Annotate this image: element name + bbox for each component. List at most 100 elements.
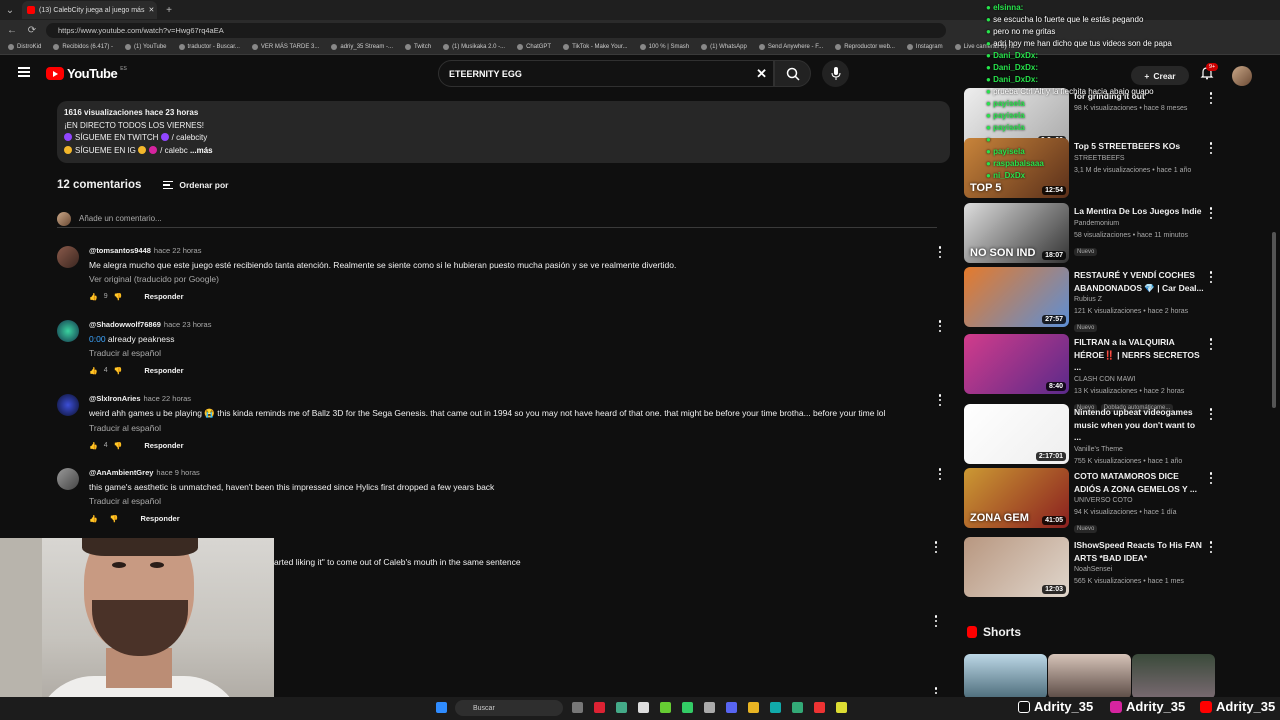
comment-more-icon[interactable]	[934, 615, 938, 627]
related-video-item[interactable]: ZONA GEM 41:05 COTO MATAMOROS DICE ADIÓS A…	[964, 468, 1219, 533]
bookmark-item[interactable]: TikTok - Make Your...	[563, 44, 628, 50]
short-thumbnail[interactable]	[1132, 654, 1215, 699]
bookmark-item[interactable]: Twitch	[405, 44, 431, 50]
browser-tab[interactable]: (13) CalebCity juega al juego más ✕	[22, 1, 157, 19]
bookmark-item[interactable]: VER MÁS TARDE 3...	[251, 44, 319, 50]
app-icon[interactable]	[836, 702, 847, 713]
dislike-icon[interactable]: 👎	[114, 442, 123, 450]
scrollbar[interactable]	[1272, 232, 1276, 408]
video-title[interactable]: COTO MATAMOROS DICE ADIÓS A ZONA GEMELOS…	[1074, 470, 1204, 495]
video-more-icon[interactable]	[1209, 207, 1213, 219]
short-thumbnail[interactable]	[964, 654, 1047, 699]
taskbar-search[interactable]: Buscar	[455, 700, 563, 716]
folder-icon[interactable]	[748, 702, 759, 713]
related-video-item[interactable]: 27:57 RESTAURÉ Y VENDÍ COCHES ABANDONADOS…	[964, 267, 1219, 332]
like-icon[interactable]: 👍	[89, 515, 98, 523]
voice-search-button[interactable]	[822, 60, 849, 87]
add-comment-field[interactable]: Añade un comentario...	[57, 210, 937, 228]
translate-link[interactable]: Traducir al español	[89, 423, 929, 433]
channel-name[interactable]: CLASH CON MAWI	[1074, 374, 1204, 386]
app-icon[interactable]	[814, 702, 825, 713]
bookmark-item[interactable]: (1) Musikaka 2.0 -...	[443, 44, 505, 50]
like-icon[interactable]: 👍	[89, 442, 98, 450]
like-icon[interactable]: 👍	[89, 367, 98, 375]
back-icon[interactable]: ←	[6, 25, 18, 36]
comment-author[interactable]: @AnAmbientGrey hace 9 horas	[89, 468, 929, 477]
search-button[interactable]	[774, 60, 811, 87]
start-icon[interactable]	[436, 702, 447, 713]
video-title[interactable]: Nintendo upbeat videogames music when yo…	[1074, 406, 1204, 444]
sort-button[interactable]: Ordenar por	[163, 180, 229, 190]
bookmark-item[interactable]: Send Anywhere - F...	[758, 44, 823, 50]
dislike-icon[interactable]: 👎	[110, 515, 119, 523]
bookmark-item[interactable]: 100 % | Smash	[639, 44, 689, 50]
tab-list-icon[interactable]: ⌄	[4, 5, 16, 16]
dislike-icon[interactable]: 👎	[114, 293, 123, 301]
like-icon[interactable]: 👍	[89, 293, 98, 301]
show-more-link[interactable]: ...más	[190, 146, 213, 155]
bookmark-item[interactable]: (1) YouTube	[125, 44, 167, 50]
task-view-icon[interactable]	[572, 702, 583, 713]
reload-icon[interactable]: ⟳	[26, 25, 38, 36]
clear-search-icon[interactable]: ✕	[756, 66, 767, 82]
video-title[interactable]: FILTRAN a la VALQUIRIA HÉROE‼️ | NERFS S…	[1074, 336, 1204, 374]
video-title[interactable]: RESTAURÉ Y VENDÍ COCHES ABANDONADOS 💎 | …	[1074, 269, 1204, 294]
video-thumbnail[interactable]: 12:03	[964, 537, 1069, 597]
bookmark-item[interactable]: Reproductor web...	[835, 44, 895, 50]
video-more-icon[interactable]	[1209, 541, 1213, 553]
discord-icon[interactable]	[726, 702, 737, 713]
video-thumbnail[interactable]: ZONA GEM 41:05	[964, 468, 1069, 528]
app-icon[interactable]	[682, 702, 693, 713]
app-icon[interactable]	[704, 702, 715, 713]
reply-button[interactable]: Responder	[144, 292, 183, 301]
channel-name[interactable]: NoahSensei	[1074, 564, 1204, 576]
new-tab-icon[interactable]: +	[163, 5, 175, 16]
comment-more-icon[interactable]	[934, 541, 938, 553]
bookmark-item[interactable]: Instagram	[906, 44, 943, 50]
chrome-icon[interactable]	[616, 702, 627, 713]
youtube-logo[interactable]: YouTube ES	[46, 66, 127, 81]
translate-link[interactable]: Traducir al español	[89, 348, 929, 358]
commenter-avatar[interactable]	[57, 320, 79, 342]
edge-icon[interactable]	[770, 702, 781, 713]
menu-icon[interactable]	[18, 67, 30, 77]
video-more-icon[interactable]	[1209, 408, 1213, 420]
video-description[interactable]: 1616 visualizaciones hace 23 horas ¡EN D…	[57, 101, 950, 163]
translate-link[interactable]: Traducir al español	[89, 496, 929, 506]
video-thumbnail[interactable]: 27:57	[964, 267, 1069, 327]
related-video-item[interactable]: 12:03 IShowSpeed Reacts To His FAN ARTS *…	[964, 537, 1219, 599]
comment-more-icon[interactable]	[938, 320, 942, 332]
video-more-icon[interactable]	[1209, 338, 1213, 350]
comment-more-icon[interactable]	[938, 468, 942, 480]
instagram-link[interactable]: / calebc	[160, 146, 188, 155]
channel-name[interactable]: UNIVERSO COTO	[1074, 495, 1204, 507]
video-thumbnail[interactable]: 2:17:01	[964, 404, 1069, 464]
related-video-item[interactable]: 2:17:01 Nintendo upbeat videogames music …	[964, 404, 1219, 466]
video-thumbnail[interactable]: NO SON IND 18:07	[964, 203, 1069, 263]
video-more-icon[interactable]	[1209, 271, 1213, 283]
bookmark-item[interactable]: DistroKid	[8, 44, 41, 50]
channel-name[interactable]: Pandemonium	[1074, 218, 1204, 230]
bookmark-item[interactable]: Recibidos (6.417) -	[53, 44, 113, 50]
comment-author[interactable]: @Shadowwolf76869 hace 23 horas	[89, 320, 929, 329]
search-input[interactable]: ETEERNITY EGG ✕	[438, 60, 774, 87]
dislike-icon[interactable]: 👎	[114, 367, 123, 375]
bookmark-item[interactable]: (1) WhatsApp	[701, 44, 747, 50]
video-title[interactable]: La Mentira De Los Juegos Indie	[1074, 205, 1204, 218]
bookmark-item[interactable]: ChatGPT	[517, 44, 551, 50]
comment-author[interactable]: @tomsantos9448 hace 22 horas	[89, 246, 929, 255]
video-timestamp-link[interactable]: 0:00	[89, 334, 106, 344]
file-icon[interactable]	[638, 702, 649, 713]
commenter-avatar[interactable]	[57, 468, 79, 490]
video-more-icon[interactable]	[1209, 472, 1213, 484]
commenter-avatar[interactable]	[57, 394, 79, 416]
app-icon[interactable]	[660, 702, 671, 713]
comment-more-icon[interactable]	[938, 394, 942, 406]
commenter-avatar[interactable]	[57, 246, 79, 268]
channel-name[interactable]: Rubius Z	[1074, 294, 1204, 306]
see-original-link[interactable]: Ver original (traducido por Google)	[89, 274, 929, 284]
short-thumbnail[interactable]	[1048, 654, 1131, 699]
reply-button[interactable]: Responder	[144, 441, 183, 450]
video-thumbnail[interactable]: 8:40	[964, 334, 1069, 394]
app-icon[interactable]	[594, 702, 605, 713]
